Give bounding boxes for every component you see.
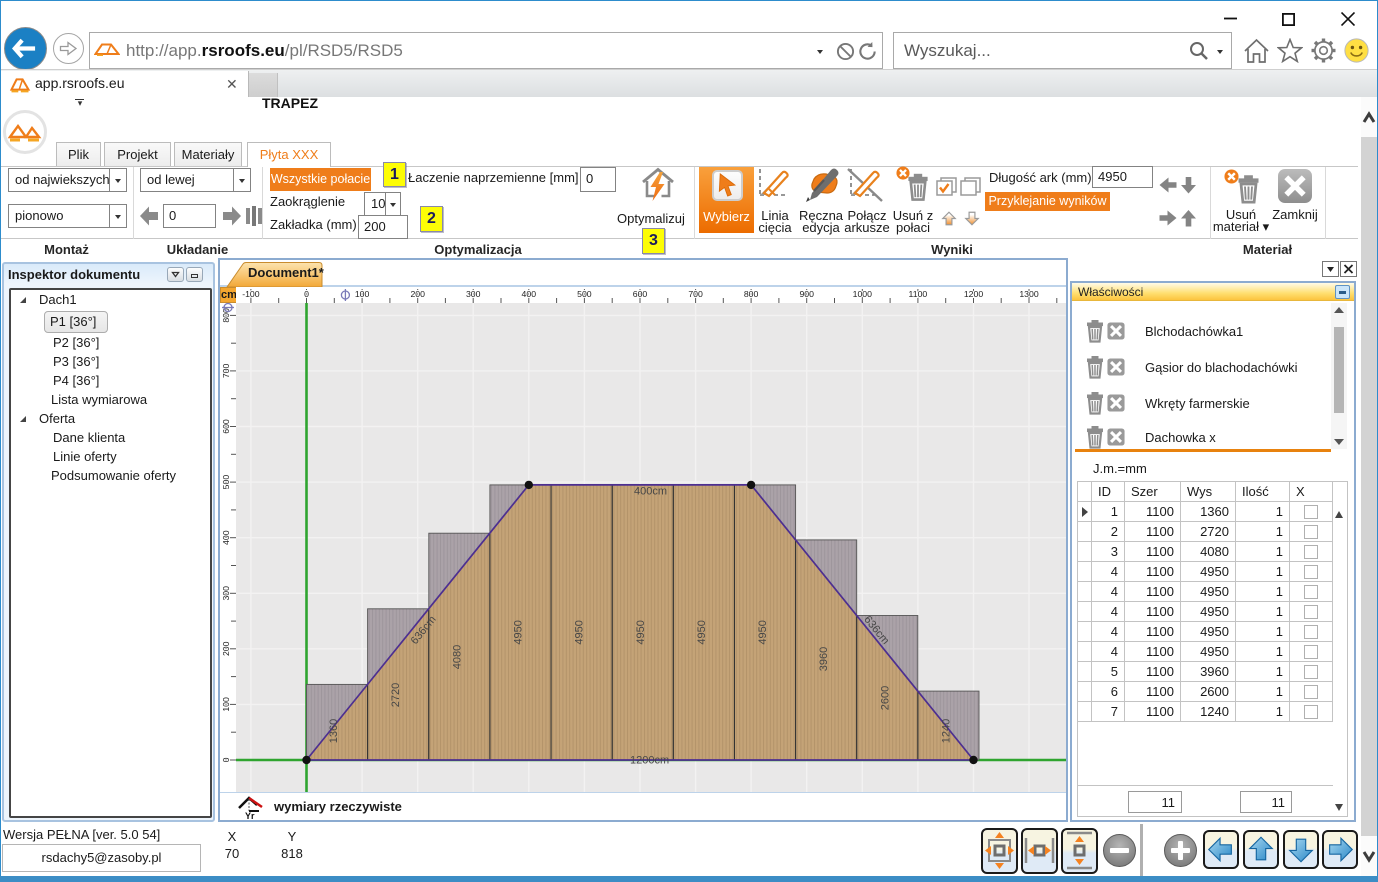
svg-text:4080: 4080 — [451, 645, 463, 669]
svg-text:4950: 4950 — [696, 620, 708, 644]
svg-text:1300: 1300 — [1019, 289, 1038, 299]
svg-text:1360: 1360 — [328, 719, 340, 743]
svg-text:1200: 1200 — [964, 289, 983, 299]
svg-text:300: 300 — [221, 586, 231, 601]
svg-text:600: 600 — [221, 419, 231, 434]
svg-text:700: 700 — [221, 363, 231, 378]
svg-text:1100: 1100 — [909, 289, 928, 299]
svg-text:500: 500 — [577, 289, 592, 299]
svg-text:-100: -100 — [242, 289, 260, 299]
svg-text:200: 200 — [410, 289, 425, 299]
svg-text:300: 300 — [466, 289, 481, 299]
svg-text:4950: 4950 — [513, 620, 525, 644]
svg-text:100: 100 — [221, 697, 231, 712]
svg-text:4950: 4950 — [757, 620, 769, 644]
svg-text:0: 0 — [221, 757, 231, 762]
svg-text:800: 800 — [221, 308, 231, 323]
svg-text:900: 900 — [799, 289, 814, 299]
svg-text:2720: 2720 — [390, 683, 402, 707]
svg-text:1200cm: 1200cm — [630, 755, 669, 767]
svg-text:600: 600 — [633, 289, 648, 299]
svg-text:800: 800 — [744, 289, 759, 299]
svg-text:2600: 2600 — [879, 686, 891, 710]
svg-text:400: 400 — [221, 530, 231, 545]
svg-text:100: 100 — [355, 289, 370, 299]
svg-text:200: 200 — [221, 641, 231, 656]
svg-text:0: 0 — [304, 289, 309, 299]
svg-text:1240: 1240 — [940, 719, 952, 743]
svg-text:Yr: Yr — [245, 811, 255, 820]
svg-text:400cm: 400cm — [634, 486, 667, 498]
svg-text:3960: 3960 — [818, 647, 830, 671]
svg-text:4950: 4950 — [574, 620, 586, 644]
svg-text:700: 700 — [688, 289, 703, 299]
svg-text:1000: 1000 — [853, 289, 872, 299]
svg-text:500: 500 — [221, 475, 231, 490]
svg-text:400: 400 — [522, 289, 537, 299]
svg-text:4950: 4950 — [635, 620, 647, 644]
